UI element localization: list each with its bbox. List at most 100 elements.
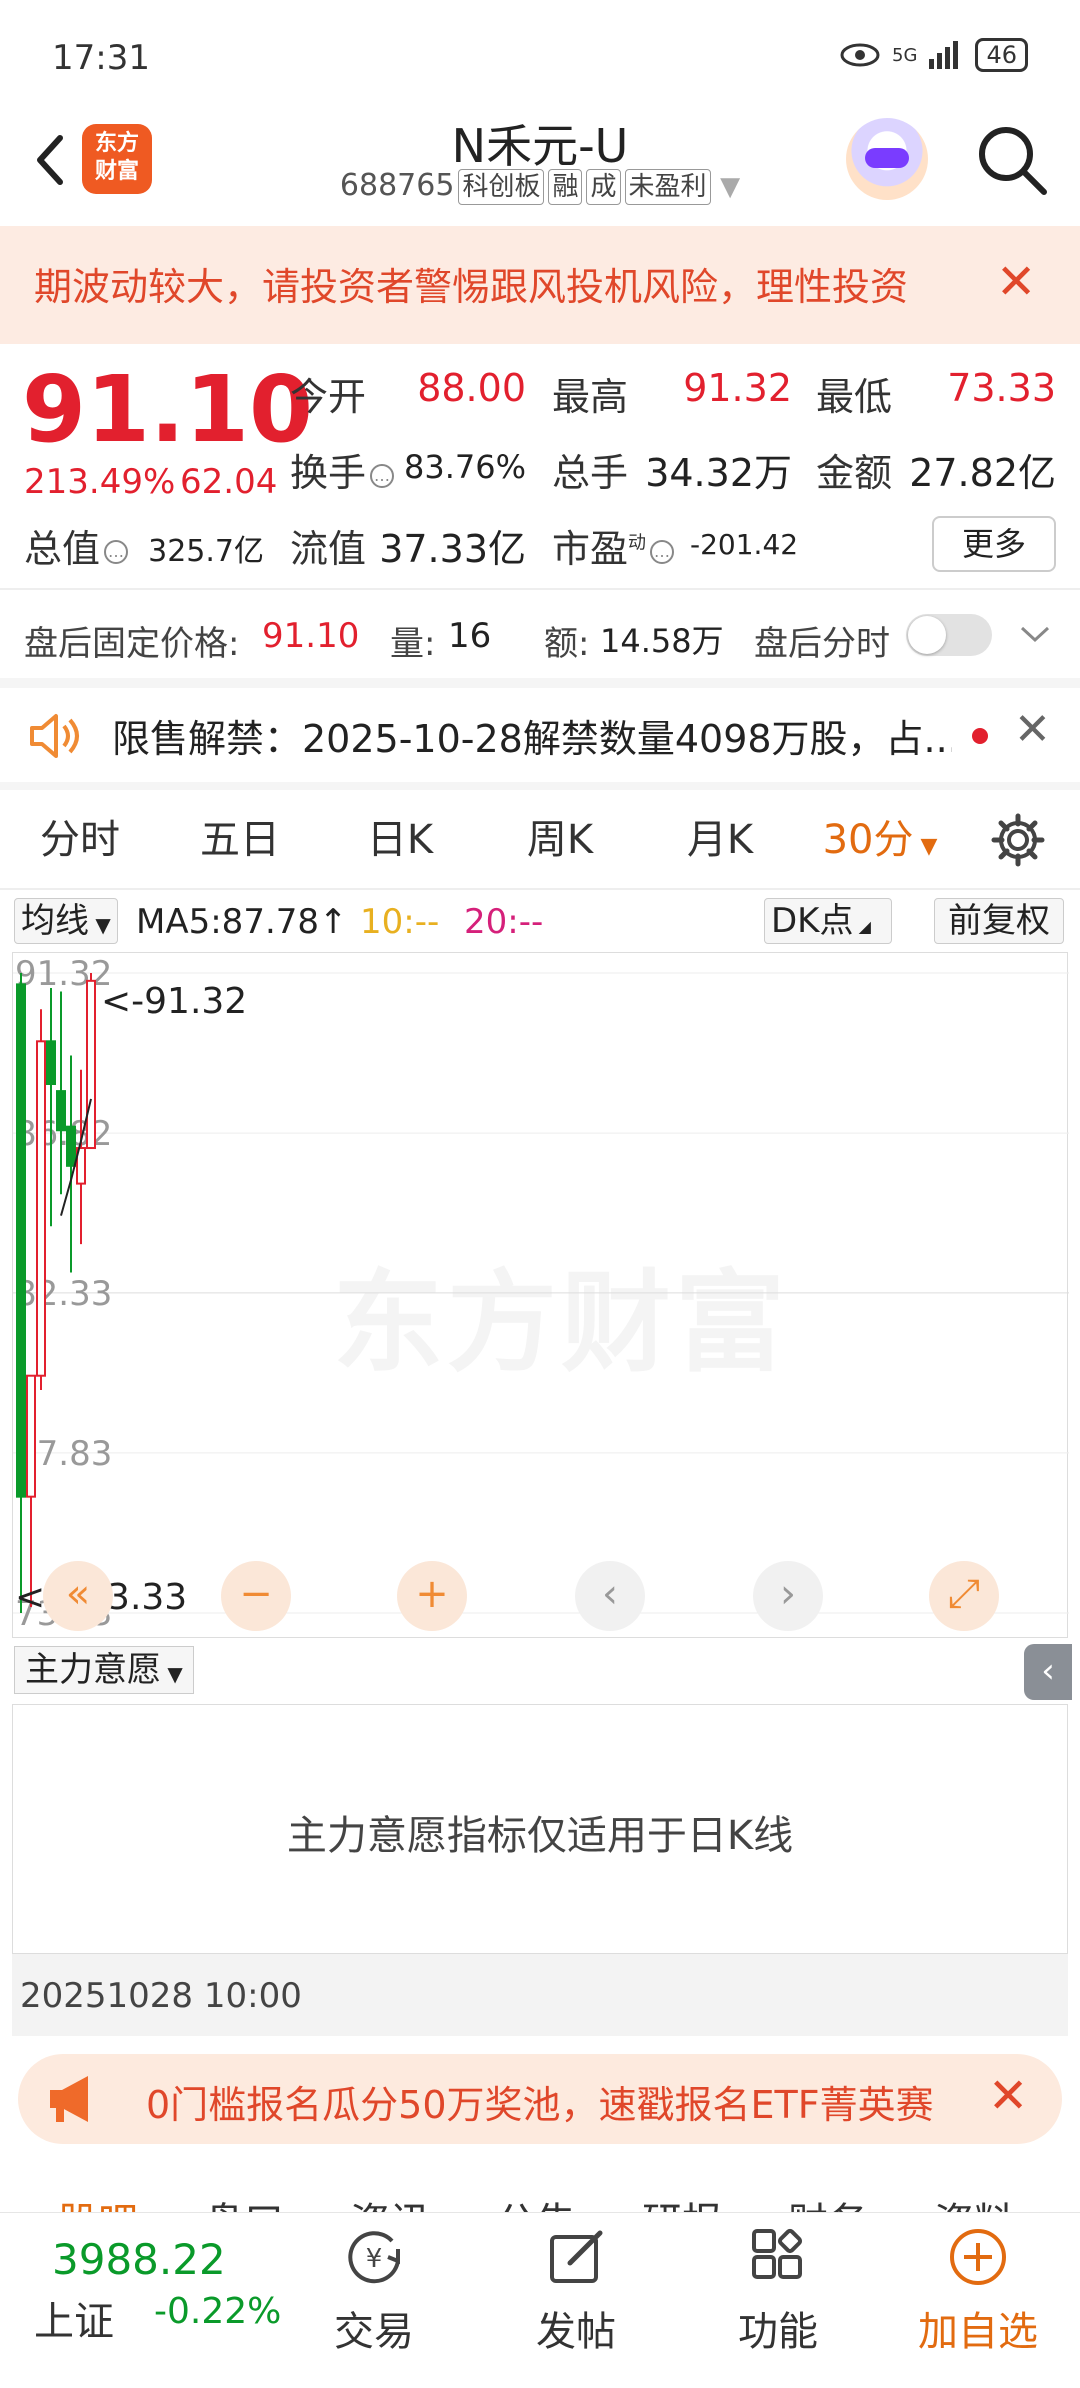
after-hours-toggle[interactable] (906, 614, 992, 656)
dk-point-selector[interactable]: DK点 ◢ (764, 898, 892, 944)
search-icon[interactable] (972, 120, 1052, 200)
nav-trade-label: 交易 (334, 2309, 414, 2355)
tab-daily-k[interactable]: 日K (320, 790, 480, 890)
float-value: 37.33亿 (379, 527, 526, 571)
tab-profile[interactable]: 资料 (934, 2190, 1014, 2212)
gear-icon[interactable] (990, 812, 1046, 868)
divider (0, 888, 1080, 890)
info-icon[interactable]: … (650, 539, 675, 564)
pe-value: -201.42 (690, 528, 799, 561)
stock-code: 688765 (339, 168, 455, 203)
adjust-selector[interactable]: 前复权 (934, 898, 1064, 944)
fullscreen-button[interactable]: ⤢ (929, 1561, 999, 1631)
tab-intraday[interactable]: 分时 (0, 790, 160, 890)
scroll-left-button[interactable]: ‹ (575, 1561, 645, 1631)
chevron-down-icon: ▼ (720, 172, 741, 202)
promo-banner[interactable]: 0门槛报名瓜分50万奖池，速戳报名ETF菁英赛 ✕ (18, 2054, 1062, 2144)
unread-dot (972, 728, 988, 744)
main-force-panel: 主力意愿指标仅适用于日K线 (12, 1704, 1068, 1954)
tag-unprofitable: 未盈利 (624, 169, 711, 205)
divider (0, 588, 1080, 590)
nav-functions[interactable]: 功能 (708, 2213, 848, 2388)
dropdown-arrow-icon: ▼ (89, 913, 111, 937)
more-button[interactable]: 更多 (932, 516, 1056, 572)
mktcap-label: 总值… (24, 518, 129, 573)
amount-label: 金额 (816, 451, 893, 495)
kline-svg: 91.3286.8282.3377.8373.33<-91.32<---73.3… (13, 954, 1069, 1634)
nav-post-label: 发帖 (536, 2309, 616, 2355)
grid-icon (752, 2228, 803, 2279)
cursor-date-bar: 20251028 10:00 (12, 1954, 1068, 2036)
cursor-date: 20251028 10:00 (20, 1976, 302, 2016)
scroll-right-button[interactable]: › (753, 1561, 823, 1631)
quote-panel: 91.10 213.49% 62.04 今开 88.00 最高 91.32 最低… (0, 344, 1080, 584)
y-tick-label: 82.33 (15, 1274, 112, 1314)
tag-star-market: 科创板 (458, 169, 545, 205)
signal-icon (929, 41, 959, 69)
tab-forum[interactable]: 股吧 (58, 2190, 138, 2212)
fast-left-button[interactable]: « (43, 1561, 113, 1631)
index-name: 上证 (34, 2299, 114, 2345)
candle-body (66, 1125, 76, 1167)
main-force-message: 主力意愿指标仅适用于日K线 (286, 1813, 794, 1859)
main-force-label: 主力意愿 (25, 1650, 161, 1690)
nav-post[interactable]: 发帖 (506, 2213, 646, 2388)
eye-icon (840, 43, 880, 67)
close-icon[interactable]: ✕ (996, 254, 1036, 310)
open-label: 今开 (290, 375, 367, 419)
side-panel-toggle[interactable]: ‹ (1024, 1644, 1072, 1700)
tab-weekly-k[interactable]: 周K (480, 790, 640, 890)
corner-arrow-icon: ◢ (853, 917, 871, 936)
after-price-label: 盘后固定价格: (24, 624, 240, 664)
kline-chart[interactable]: 东方财富 91.3286.8282.3377.8373.33<-91.32<--… (12, 952, 1069, 1638)
after-hours-row: 盘后固定价格: 91.10 量: 16 额: 14.58万 盘后分时 (0, 596, 1080, 676)
unlock-notice[interactable]: 限售解禁：2025-10-28解禁数量4098万股，占... ✕ (0, 686, 1080, 782)
tab-orderbook[interactable]: 盘口 (204, 2190, 284, 2212)
ma-selector-label: 均线 (21, 901, 89, 941)
close-icon[interactable]: ✕ (1014, 704, 1051, 755)
dropdown-arrow-icon: ▼ (161, 1662, 183, 1686)
info-icon[interactable]: … (104, 539, 129, 564)
section-gap (0, 782, 1080, 790)
dk-point-label: DK点 (771, 901, 854, 941)
mktcap-label-text: 总值 (24, 527, 101, 571)
mktcap-value: 325.7亿 (148, 534, 264, 569)
candle-body (36, 1040, 46, 1377)
nav-functions-label: 功能 (738, 2309, 818, 2355)
zoom-out-button[interactable]: − (221, 1561, 291, 1631)
tab-research[interactable]: 研报 (642, 2190, 722, 2212)
chevron-down-icon[interactable] (1018, 622, 1052, 646)
candle-body (46, 1040, 56, 1085)
candle-body (56, 1090, 66, 1132)
high-value: 91.32 (683, 366, 792, 410)
tab-announcements[interactable]: 公告 (496, 2190, 576, 2212)
close-icon[interactable]: ✕ (988, 2068, 1028, 2124)
nav-trade[interactable]: ¥ 交易 (304, 2213, 444, 2388)
risk-warning-banner[interactable]: 期波动较大，请投资者警惕跟风投机风险，理性投资 ✕ (0, 226, 1080, 344)
zoom-in-button[interactable]: + (397, 1561, 467, 1631)
tab-monthly-k[interactable]: 月K (640, 790, 800, 890)
tab-30min-label: 30分 (822, 817, 914, 863)
info-icon[interactable]: … (370, 463, 395, 488)
ma20-value: 20:-- (464, 902, 544, 942)
ma-row: 均线 ▼ MA5:87.78↑ 10:-- 20:-- DK点 ◢ 前复权 (0, 892, 1080, 952)
candle-body (16, 983, 26, 1498)
header: 东方 财富 N禾元-U 688765 科创板融成未盈利 ▼ (0, 110, 1080, 226)
tab-30min[interactable]: 30分 ▼ (800, 790, 960, 890)
after-amt-label: 额: (544, 624, 590, 664)
ma-selector[interactable]: 均线 ▼ (14, 898, 118, 944)
pe-label-text: 市盈 (552, 527, 629, 571)
candle-body (86, 979, 96, 1150)
tab-five-day[interactable]: 五日 (160, 790, 320, 890)
tab-finance[interactable]: 财务 (788, 2190, 868, 2212)
tab-news[interactable]: 资讯 (350, 2190, 430, 2212)
nav-add-watchlist[interactable]: 加自选 (908, 2213, 1048, 2388)
after-vol-value: 16 (448, 616, 492, 656)
dropdown-arrow-icon: ▼ (913, 834, 938, 859)
current-price: 91.10 (22, 356, 314, 463)
after-toggle-label: 盘后分时 (754, 624, 890, 664)
index-value: 3988.22 (52, 2235, 226, 2284)
main-force-selector[interactable]: 主力意愿 ▼ (14, 1646, 194, 1694)
robot-assistant-icon[interactable] (846, 118, 928, 200)
after-price-value: 91.10 (262, 616, 360, 656)
